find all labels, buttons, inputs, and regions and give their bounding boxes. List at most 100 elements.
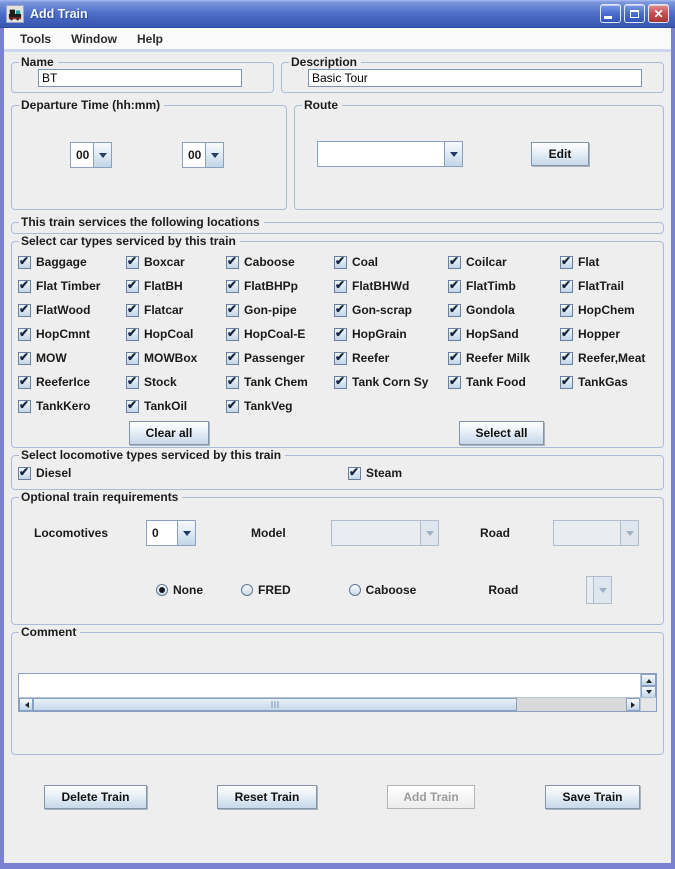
close-icon: ✕ — [653, 8, 663, 20]
checkbox-cartype-flat[interactable]: Flat — [560, 255, 657, 269]
checkbox-cartype-mowbox[interactable]: MOWBox — [126, 351, 226, 365]
checkbox-cartype-tankgas[interactable]: TankGas — [560, 375, 657, 389]
checkbox-cartype-tankoil[interactable]: TankOil — [126, 399, 226, 413]
checkbox-label: Passenger — [244, 351, 305, 365]
checkbox-label: Caboose — [244, 255, 295, 269]
road-combo — [553, 520, 639, 546]
horizontal-scrollbar-thumb[interactable] — [33, 698, 517, 711]
checkbox-cartype-baggage[interactable]: Baggage — [18, 255, 126, 269]
reset-train-button[interactable]: Reset Train — [217, 785, 317, 809]
chevron-down-icon[interactable] — [93, 143, 111, 167]
checkbox-cartype-hopgrain[interactable]: HopGrain — [334, 327, 448, 341]
locations-group: This train services the following locati… — [11, 215, 664, 234]
checkbox-cartype-passenger[interactable]: Passenger — [226, 351, 334, 365]
add-train-window: Add Train ✕ ToolsWindowHelp Name Descrip… — [0, 0, 675, 869]
radio-fred[interactable]: FRED — [241, 583, 291, 597]
checkbox-cartype-flattrail[interactable]: FlatTrail — [560, 279, 657, 293]
checkbox-cartype-flatbhwd[interactable]: FlatBHWd — [334, 279, 448, 293]
checkbox-label: TankOil — [144, 399, 187, 413]
scroll-up-icon[interactable] — [641, 674, 656, 686]
checkbox-cartype-reeferice[interactable]: ReeferIce — [18, 375, 126, 389]
checkbox-cartype-flatwood[interactable]: FlatWood — [18, 303, 126, 317]
checkbox-cartype-flattimb[interactable]: FlatTimb — [448, 279, 560, 293]
checkbox-icon — [560, 256, 573, 269]
checkbox-cartype-gon-pipe[interactable]: Gon-pipe — [226, 303, 334, 317]
chevron-down-icon[interactable] — [444, 142, 462, 166]
checkbox-cartype-flatbhpp[interactable]: FlatBHPp — [226, 279, 334, 293]
checkbox-cartype-hopsand[interactable]: HopSand — [448, 327, 560, 341]
minimize-button[interactable] — [600, 4, 621, 23]
requirements-group: Optional train requirements Locomotives … — [11, 490, 664, 625]
departure-minute-combo[interactable]: 00 — [182, 142, 224, 168]
loco-types-group: Select locomotive types serviced by this… — [11, 448, 664, 490]
checkbox-cartype-tank-corn-sy[interactable]: Tank Corn Sy — [334, 375, 448, 389]
checkbox-label: Boxcar — [144, 255, 185, 269]
clear-all-button[interactable]: Clear all — [129, 421, 209, 445]
checkbox-icon — [448, 280, 461, 293]
checkbox-cartype-reefer-milk[interactable]: Reefer Milk — [448, 351, 560, 365]
description-group: Description — [281, 55, 664, 93]
chevron-down-icon[interactable] — [205, 143, 223, 167]
vertical-scrollbar[interactable] — [640, 674, 656, 697]
checkbox-cartype-flatbh[interactable]: FlatBH — [126, 279, 226, 293]
name-input[interactable] — [38, 69, 242, 87]
edit-route-button[interactable]: Edit — [531, 142, 589, 166]
titlebar[interactable]: Add Train ✕ — [0, 0, 675, 28]
checkbox-icon — [348, 467, 361, 480]
comment-textarea[interactable] — [19, 674, 640, 697]
radio-caboose[interactable]: Caboose — [349, 583, 417, 597]
checkbox-icon — [560, 352, 573, 365]
departure-hour-combo[interactable]: 00 — [70, 142, 112, 168]
checkbox-cartype-reefer-meat[interactable]: Reefer,Meat — [560, 351, 657, 365]
scroll-right-icon[interactable] — [626, 698, 640, 711]
checkbox-cartype-caboose[interactable]: Caboose — [226, 255, 334, 269]
checkbox-cartype-stock[interactable]: Stock — [126, 375, 226, 389]
checkbox-cartype-hopcmnt[interactable]: HopCmnt — [18, 327, 126, 341]
checkbox-cartype-hopcoal-e[interactable]: HopCoal-E — [226, 327, 334, 341]
checkbox-cartype-tankkero[interactable]: TankKero — [18, 399, 126, 413]
menu-window[interactable]: Window — [61, 30, 127, 48]
checkbox-icon — [126, 304, 139, 317]
close-button[interactable]: ✕ — [648, 4, 669, 23]
horizontal-scrollbar-track[interactable] — [517, 698, 626, 711]
checkbox-cartype-gondola[interactable]: Gondola — [448, 303, 560, 317]
checkbox-cartype-tank-food[interactable]: Tank Food — [448, 375, 560, 389]
route-combo[interactable] — [317, 141, 463, 167]
checkbox-cartype-tank-chem[interactable]: Tank Chem — [226, 375, 334, 389]
description-input[interactable] — [308, 69, 642, 87]
checkbox-cartype-reefer[interactable]: Reefer — [334, 351, 448, 365]
checkbox-cartype-tankveg[interactable]: TankVeg — [226, 399, 334, 413]
checkbox-cartype-hopchem[interactable]: HopChem — [560, 303, 657, 317]
checkbox-cartype-flatcar[interactable]: Flatcar — [126, 303, 226, 317]
checkbox-icon — [226, 256, 239, 269]
delete-train-button[interactable]: Delete Train — [44, 785, 147, 809]
scroll-left-icon[interactable] — [19, 698, 33, 711]
window-body: ToolsWindowHelp Name Description Departu… — [0, 28, 675, 869]
scrollbar-corner — [640, 697, 656, 711]
route-value — [318, 142, 444, 166]
checkbox-cartype-coilcar[interactable]: Coilcar — [448, 255, 560, 269]
select-all-button[interactable]: Select all — [459, 421, 544, 445]
save-train-button[interactable]: Save Train — [545, 785, 640, 809]
horizontal-scrollbar[interactable] — [19, 697, 640, 711]
road-value — [554, 521, 620, 545]
chevron-down-icon[interactable] — [177, 521, 195, 545]
maximize-button[interactable] — [624, 4, 645, 23]
radio-none[interactable]: None — [156, 583, 203, 597]
checkbox-cartype-mow[interactable]: MOW — [18, 351, 126, 365]
checkbox-label: Flat Timber — [36, 279, 100, 293]
checkbox-cartype-boxcar[interactable]: Boxcar — [126, 255, 226, 269]
menu-help[interactable]: Help — [127, 30, 173, 48]
checkbox-icon — [226, 280, 239, 293]
checkbox-cartype-hopcoal[interactable]: HopCoal — [126, 327, 226, 341]
checkbox-cartype-gon-scrap[interactable]: Gon-scrap — [334, 303, 448, 317]
checkbox-cartype-coal[interactable]: Coal — [334, 255, 448, 269]
checkbox-icon — [448, 328, 461, 341]
checkbox-locotype-diesel[interactable]: Diesel — [18, 466, 348, 480]
menu-tools[interactable]: Tools — [10, 30, 61, 48]
locomotives-combo[interactable]: 0 — [146, 520, 196, 546]
checkbox-cartype-flat-timber[interactable]: Flat Timber — [18, 279, 126, 293]
checkbox-icon — [334, 280, 347, 293]
checkbox-cartype-hopper[interactable]: Hopper — [560, 327, 657, 341]
checkbox-locotype-steam[interactable]: Steam — [348, 466, 657, 480]
